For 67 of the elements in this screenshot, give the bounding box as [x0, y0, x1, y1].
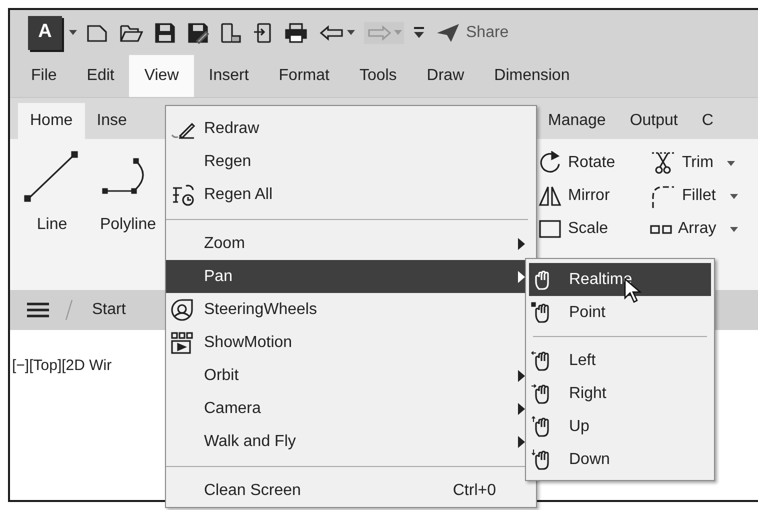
fillet-icon — [650, 183, 676, 209]
rotate-icon — [538, 151, 562, 175]
mirror-tool[interactable]: Mirror — [536, 182, 648, 210]
caret-icon — [69, 30, 77, 35]
ribbon-tab[interactable]: C — [690, 103, 726, 139]
menu-item[interactable]: Format — [264, 55, 344, 97]
trim-tool[interactable]: Trim — [648, 149, 758, 177]
menu-icon — [26, 301, 50, 319]
squares-icon — [650, 224, 672, 234]
menu-button[interactable] — [26, 301, 50, 319]
save-icon — [154, 22, 176, 44]
new-file-icon — [86, 22, 108, 42]
undo-icon — [319, 24, 345, 42]
phone-sheet-icon — [220, 22, 242, 44]
menu-item[interactable]: Regen — [166, 145, 536, 178]
submenu-arrow-icon — [518, 370, 524, 382]
menu-item[interactable]: Realtime — [529, 263, 711, 296]
menu-item[interactable]: Up — [529, 410, 711, 443]
redo-icon — [366, 24, 392, 42]
caret-icon — [394, 30, 402, 35]
menu-item[interactable]: Edit — [72, 55, 130, 97]
regen-icon — [170, 182, 196, 206]
menu-item[interactable]: Zoom — [166, 227, 536, 260]
menu-item[interactable]: File — [16, 55, 72, 97]
menu-item[interactable]: Regen All — [166, 178, 536, 211]
caret-icon — [347, 30, 355, 35]
menu-item[interactable]: View — [129, 55, 194, 97]
menu-item[interactable]: Insert — [194, 55, 264, 97]
menu-item[interactable]: Right — [529, 377, 711, 410]
share-button[interactable]: Share — [434, 20, 511, 44]
steering-wheel-icon — [170, 298, 194, 322]
submenu-arrow-icon — [518, 270, 524, 282]
phone-arrow-icon — [253, 22, 273, 44]
menu-item[interactable]: Down — [529, 443, 711, 476]
menu-item[interactable]: Clean Screen Ctrl+0 — [166, 474, 536, 507]
array-tool[interactable]: Array — [648, 215, 758, 243]
rotate-tool[interactable]: Rotate — [536, 149, 648, 177]
fillet-tool[interactable]: Fillet — [648, 182, 758, 210]
line-tool[interactable]: Line — [18, 139, 86, 290]
film-play-icon — [170, 330, 194, 354]
menu-item[interactable]: Draw — [412, 55, 480, 97]
dropdown-icon — [413, 26, 425, 40]
ribbon-tab[interactable]: Inse — [84, 103, 139, 139]
scale-tool[interactable]: Scale — [536, 215, 648, 243]
viewport-label[interactable]: [−][Top][2D Wir — [12, 357, 112, 374]
menu-item[interactable]: Redraw — [166, 112, 536, 145]
submenu-arrow-icon — [518, 402, 524, 414]
submenu-arrow-icon — [518, 436, 524, 448]
menu-item[interactable]: Tools — [344, 55, 412, 97]
paper-plane-icon — [436, 22, 460, 42]
file-tab[interactable]: Start — [88, 298, 130, 322]
printer-icon — [284, 22, 308, 44]
mirror-icon — [538, 184, 562, 208]
menu-item[interactable]: Dimension — [479, 55, 585, 97]
ribbon-tab[interactable]: Manage — [536, 103, 618, 139]
menu-item[interactable]: Point — [529, 296, 711, 329]
slash-icon — [64, 298, 74, 322]
polyline-tool[interactable]: Polyline — [94, 139, 162, 290]
save-as-icon — [187, 22, 209, 44]
ribbon-tab[interactable]: Home — [18, 103, 85, 139]
submenu-arrow-icon — [518, 238, 524, 250]
scissors-icon — [650, 151, 676, 175]
square-icon — [538, 218, 562, 240]
folder-icon — [119, 22, 143, 42]
app-button[interactable]: A — [28, 16, 62, 50]
menu-item[interactable]: Left — [529, 344, 711, 377]
ribbon-tab[interactable]: Output — [618, 103, 690, 139]
